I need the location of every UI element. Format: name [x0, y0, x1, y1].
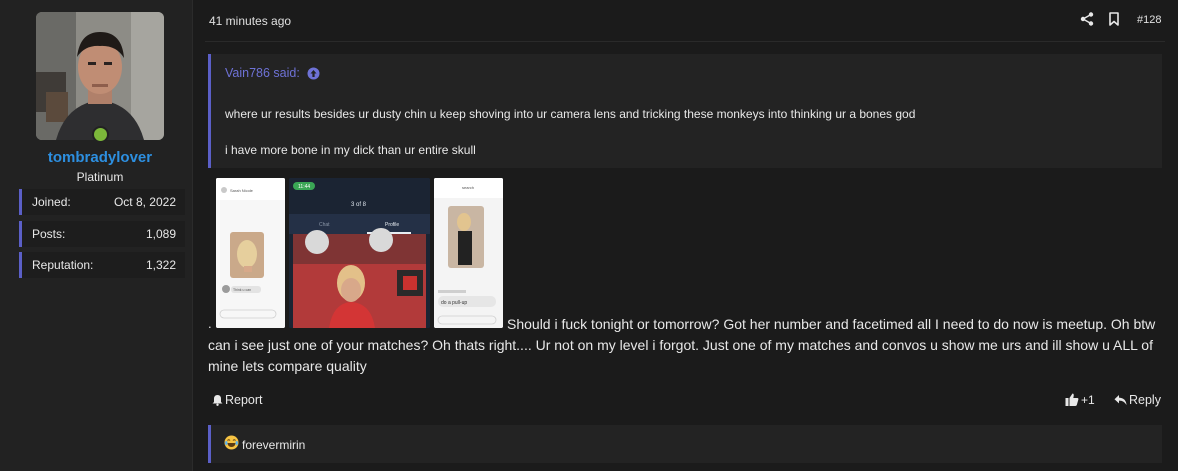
- stat-joined: Joined: Oct 8, 2022: [19, 189, 185, 215]
- arrow-up-icon[interactable]: [307, 67, 320, 80]
- bell-icon: [212, 395, 223, 406]
- reaction-user[interactable]: forevermirin: [242, 438, 305, 452]
- thumb-text: Profile: [385, 222, 399, 228]
- thumb-text: 11:44: [298, 184, 310, 190]
- reply-icon: [1114, 395, 1127, 405]
- reply-button[interactable]: Reply: [1114, 393, 1161, 407]
- reactions-bar[interactable]: forevermirin: [208, 425, 1162, 463]
- bookmark-icon[interactable]: [1108, 12, 1120, 26]
- quote-text: i have more bone in my dick than ur enti…: [225, 143, 476, 157]
- reply-label: Reply: [1129, 393, 1161, 407]
- quote-block: Vain786 said: where ur results besides u…: [208, 54, 1162, 168]
- thumb-text: 3 of 8: [351, 202, 367, 208]
- stat-value: 1,322: [145, 258, 176, 272]
- stat-value: Oct 8, 2022: [113, 195, 176, 209]
- report-button[interactable]: Report: [212, 393, 263, 407]
- report-label: Report: [225, 393, 263, 407]
- post-body: Should i fuck tonight or tomorrow? Got h…: [208, 316, 1156, 374]
- stat-posts: Posts: 1,089: [19, 221, 185, 247]
- quote-author[interactable]: Vain786 said:: [225, 66, 300, 80]
- share-icon[interactable]: [1080, 12, 1094, 26]
- thumb-text: do a pull-up: [441, 300, 467, 306]
- stat-reputation: Reputation: 1,322: [19, 252, 185, 278]
- post-container: tombradylover Platinum Joined: Oct 8, 20…: [0, 0, 1178, 471]
- username[interactable]: tombradylover: [0, 149, 200, 166]
- thumb-text: Chat: [319, 222, 330, 228]
- thumb-text: Think u can: [233, 288, 251, 292]
- like-count: +1: [1081, 393, 1095, 407]
- chat-screenshot-image: Sarah Nicole Think u can: [216, 178, 285, 328]
- quote-text: where ur results besides ur dusty chin u…: [225, 107, 916, 121]
- thumb-text: Sarah Nicole: [230, 188, 254, 193]
- user-column: tombradylover Platinum Joined: Oct 8, 20…: [0, 0, 193, 471]
- chat-screenshot-image: search do a pull-up: [434, 178, 503, 328]
- stat-value: 1,089: [145, 227, 176, 241]
- post-number[interactable]: #128: [1137, 14, 1161, 26]
- attachment-thumbnail[interactable]: Sarah Nicole Think u can: [216, 178, 285, 328]
- stat-label: Posts:: [32, 227, 66, 241]
- online-indicator: [92, 126, 109, 143]
- attachment-thumbnail[interactable]: 11:44 3 of 8 Chat Profile: [289, 178, 430, 328]
- attachment-thumbnail[interactable]: search do a pull-up: [434, 178, 503, 328]
- header-divider: [205, 41, 1165, 42]
- laughing-emoji-icon: [224, 435, 239, 450]
- like-button[interactable]: +1: [1065, 393, 1095, 407]
- post-time[interactable]: 41 minutes ago: [209, 14, 291, 28]
- stat-label: Reputation:: [32, 258, 94, 272]
- avatar[interactable]: [36, 12, 164, 140]
- user-title: Platinum: [76, 170, 124, 184]
- profile-screenshot-image: 11:44 3 of 8 Chat Profile: [289, 178, 430, 328]
- avatar-image: [36, 12, 164, 140]
- stat-label: Joined:: [32, 195, 71, 209]
- thumb-text: search: [462, 185, 474, 190]
- thumbs-up-icon: [1065, 393, 1079, 406]
